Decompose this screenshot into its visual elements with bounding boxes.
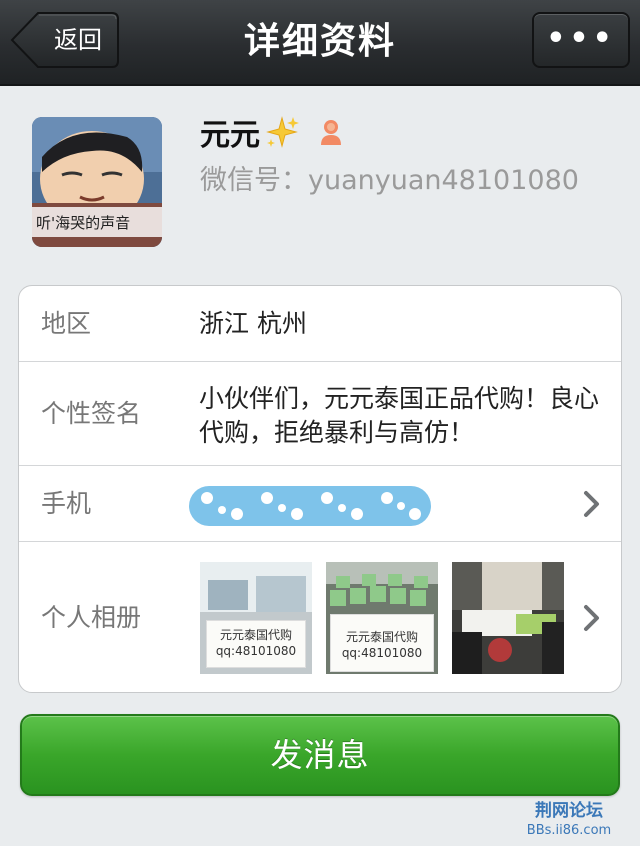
avatar-image: 听'海哭的声音: [32, 117, 162, 247]
album-chevron-icon: [584, 605, 599, 631]
info-card: 地区 浙江 杭州 个性签名 小伙伴们，元元泰国正品代购！良心代购，拒绝暴利与高仿…: [18, 285, 622, 693]
album-row[interactable]: 个人相册 元元泰国代购 qq:48101080 元元泰国代购 qq:481010…: [19, 542, 621, 692]
album-thumb-3[interactable]: [452, 562, 564, 674]
back-button[interactable]: 返回: [10, 12, 120, 68]
album-thumb-1[interactable]: 元元泰国代购 qq:48101080: [200, 562, 312, 674]
watermark: 荆网论坛 BBs.ii86.com: [508, 800, 630, 840]
signature-value: 小伙伴们，元元泰国正品代购！良心代购，拒绝暴利与高仿！: [199, 384, 600, 447]
album-thumb-2[interactable]: 元元泰国代购 qq:48101080: [326, 562, 438, 674]
watermark-url: BBs.ii86.com: [526, 823, 612, 838]
sparkle-icon: [266, 116, 299, 148]
avatar-caption: 听'海哭的声音: [36, 214, 130, 232]
avatar[interactable]: 听'海哭的声音: [32, 117, 162, 247]
album-note: 元元泰国代购 qq:48101080: [330, 614, 434, 672]
watermark-title: 荆网论坛: [535, 801, 603, 821]
signature-label: 个性签名: [41, 399, 142, 428]
gender-icon: [321, 120, 341, 145]
navbar: 详细资料 返回 •••: [0, 0, 640, 86]
more-button[interactable]: •••: [532, 12, 630, 68]
phone-number-mask: [189, 486, 431, 526]
signature-row: 个性签名 小伙伴们，元元泰国正品代购！良心代购，拒绝暴利与高仿！: [19, 362, 621, 466]
profile-name: 元元: [200, 118, 260, 153]
phone-row[interactable]: 手机: [19, 466, 621, 542]
region-value: 浙江 杭州: [199, 309, 307, 338]
phone-chevron-icon: [584, 491, 599, 517]
wechat-id: 微信号：yuanyuan48101080: [200, 165, 579, 196]
more-icon: •••: [546, 21, 616, 56]
send-message-label: 发消息: [270, 736, 370, 774]
region-label: 地区: [41, 309, 92, 338]
back-button-label: 返回: [54, 26, 102, 54]
region-row: 地区 浙江 杭州: [19, 286, 621, 362]
album-note: 元元泰国代购 qq:48101080: [206, 620, 306, 668]
profile-name-row: 元元: [200, 112, 344, 153]
album-photo: [452, 562, 564, 674]
send-message-button[interactable]: 发消息: [20, 714, 620, 796]
album-label: 个人相册: [41, 603, 142, 632]
phone-label: 手机: [41, 489, 92, 518]
